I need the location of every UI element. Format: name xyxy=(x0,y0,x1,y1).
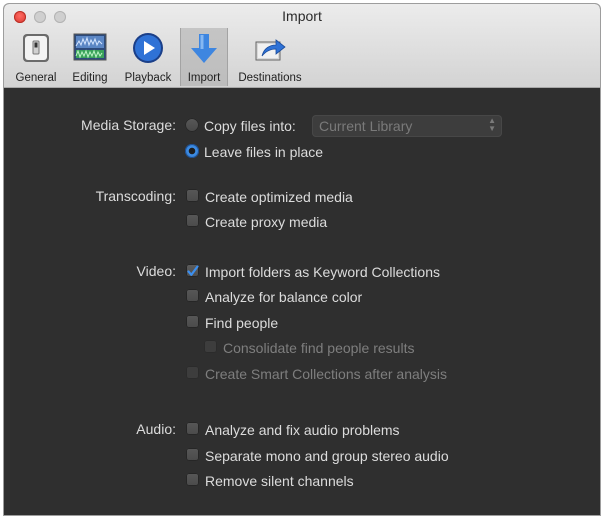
copy-files-label: Copy files into: xyxy=(204,118,296,134)
fix-audio-checkbox[interactable] xyxy=(186,422,199,435)
smart-collections-checkbox xyxy=(186,366,199,379)
destinations-share-icon xyxy=(255,39,286,61)
balance-color-label: Analyze for balance color xyxy=(205,289,363,305)
balance-color-checkbox[interactable] xyxy=(186,289,199,302)
editing-timeline-icon xyxy=(73,33,107,61)
proxy-media-checkbox[interactable] xyxy=(186,214,199,227)
playback-play-icon xyxy=(133,33,163,63)
proxy-media-label: Create proxy media xyxy=(205,214,328,230)
consolidate-people-checkbox xyxy=(204,340,217,353)
checkmark-icon xyxy=(187,265,199,276)
toolbar-label-general: General xyxy=(15,72,57,84)
separate-audio-checkbox[interactable] xyxy=(186,448,199,461)
import-preferences-pane: Media Storage: Copy files into: Current … xyxy=(4,88,600,515)
window-title: Import xyxy=(282,8,322,24)
toolbar-label-destinations: Destinations xyxy=(238,72,302,84)
preferences-window: Import General Editing Playback Import D… xyxy=(4,4,600,515)
library-popup[interactable]: Current Library ▲ ▼ xyxy=(312,115,502,137)
media-storage-label: Media Storage: xyxy=(81,117,176,133)
popup-chevron-icon: ▲ ▼ xyxy=(488,116,496,133)
toolbar-tab-general[interactable]: General xyxy=(10,28,62,86)
silent-channels-label: Remove silent channels xyxy=(205,473,354,489)
toolbar-tab-editing[interactable]: Editing xyxy=(66,28,114,86)
general-switch-icon xyxy=(23,34,49,62)
smart-collections-label: Create Smart Collections after analysis xyxy=(205,366,447,382)
leave-files-radio[interactable] xyxy=(185,144,199,158)
library-popup-value: Current Library xyxy=(319,118,413,134)
import-arrow-icon xyxy=(191,34,217,63)
fix-audio-label: Analyze and fix audio problems xyxy=(205,422,400,438)
title-bar: Import General Editing Playback Import D… xyxy=(4,4,600,88)
silent-channels-checkbox[interactable] xyxy=(186,473,199,486)
optimized-media-label: Create optimized media xyxy=(205,189,353,205)
keyword-collections-label: Import folders as Keyword Collections xyxy=(205,264,440,280)
transcoding-label: Transcoding: xyxy=(95,188,176,204)
toolbar-tab-playback[interactable]: Playback xyxy=(118,28,178,86)
keyword-collections-checkbox[interactable] xyxy=(186,264,199,277)
copy-files-radio[interactable] xyxy=(185,118,199,132)
audio-label: Audio: xyxy=(136,421,176,437)
find-people-label: Find people xyxy=(205,315,279,331)
toolbar-label-playback: Playback xyxy=(124,72,172,84)
video-label: Video: xyxy=(136,263,176,279)
find-people-checkbox[interactable] xyxy=(186,315,199,328)
toolbar-tab-destinations[interactable]: Destinations xyxy=(230,28,310,86)
consolidate-people-label: Consolidate find people results xyxy=(223,340,415,356)
toolbar-tab-import[interactable]: Import xyxy=(180,28,228,86)
leave-files-label: Leave files in place xyxy=(204,144,324,160)
separate-audio-label: Separate mono and group stereo audio xyxy=(205,448,449,464)
toolbar-label-import: Import xyxy=(187,72,221,84)
toolbar-label-editing: Editing xyxy=(72,72,108,84)
optimized-media-checkbox[interactable] xyxy=(186,189,199,202)
